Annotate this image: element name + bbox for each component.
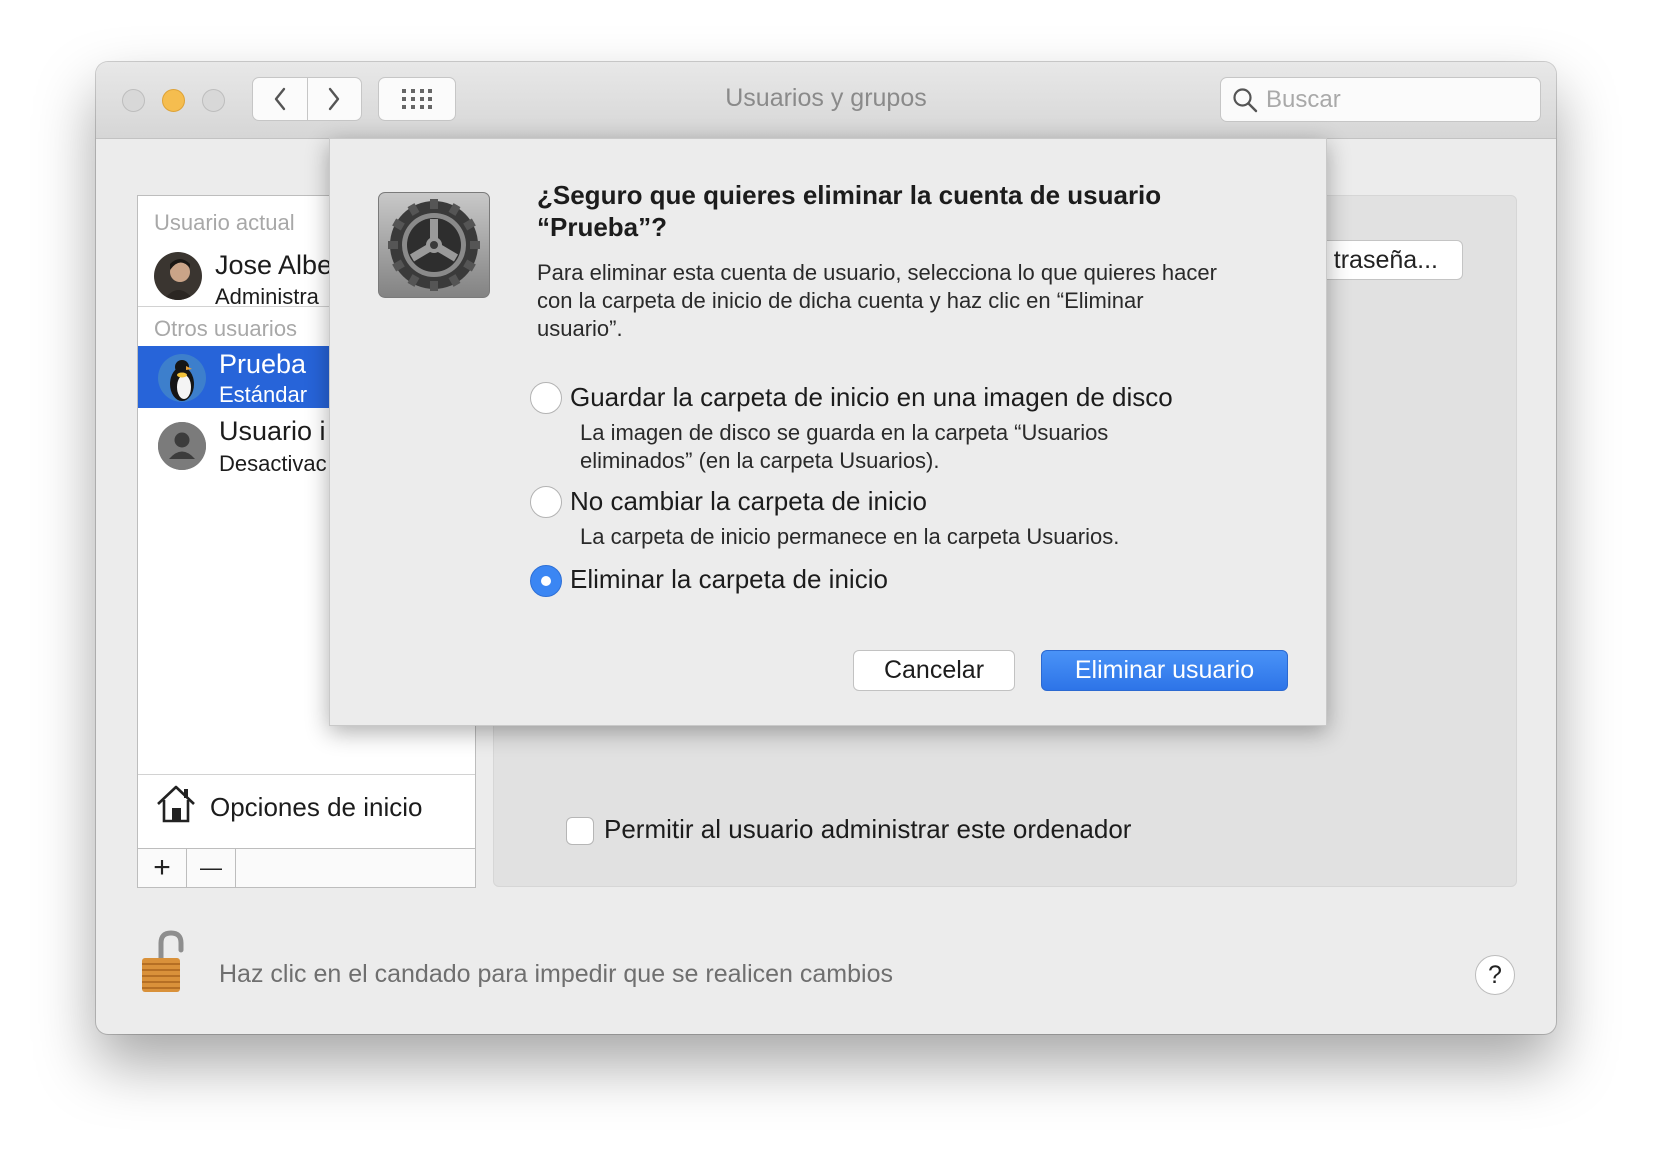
delete-user-dialog: ¿Seguro que quieres eliminar la cuenta d…: [329, 138, 1327, 726]
house-icon: [157, 785, 195, 823]
login-options-item[interactable]: Opciones de inicio: [138, 774, 475, 843]
help-button[interactable]: ?: [1475, 955, 1515, 995]
delete-user-button[interactable]: Eliminar usuario: [1041, 650, 1288, 691]
radio-keep-home-folder[interactable]: [530, 486, 562, 518]
add-user-button[interactable]: +: [138, 849, 187, 887]
avatar: [158, 422, 206, 470]
dialog-message-line: usuario”.: [537, 316, 623, 341]
search-placeholder: Buscar: [1266, 86, 1341, 113]
user-name: Jose Albe: [215, 250, 333, 280]
admin-checkbox[interactable]: [566, 817, 594, 845]
dialog-title-line: ¿Seguro que quieres eliminar la cuenta d…: [537, 180, 1162, 210]
list-toolbar: + —: [137, 848, 476, 888]
titlebar: Usuarios y grupos Buscar: [96, 62, 1556, 139]
option-label: Guardar la carpeta de inicio en una imag…: [570, 382, 1173, 412]
dialog-title-line: “Prueba”?: [537, 212, 668, 242]
user-name: Prueba: [219, 349, 307, 379]
dialog-message: Para eliminar esta cuenta de usuario, se…: [537, 259, 1257, 343]
cancel-button[interactable]: Cancelar: [853, 650, 1015, 691]
remove-user-button[interactable]: —: [187, 849, 236, 887]
dialog-message-line: Para eliminar esta cuenta de usuario, se…: [537, 260, 1217, 285]
current-user-header: Usuario actual: [154, 210, 295, 235]
avatar: [154, 252, 202, 300]
option-description-line: La carpeta de inicio permanece en la car…: [580, 524, 1120, 549]
user-role: Desactivac: [219, 451, 327, 476]
option-label: Eliminar la carpeta de inicio: [570, 564, 888, 594]
admin-checkbox-label: Permitir al usuario administrar este ord…: [604, 814, 1132, 844]
radio-delete-home-folder[interactable]: [530, 565, 562, 597]
user-role: Estándar: [219, 382, 308, 407]
search-icon: [1233, 88, 1258, 113]
option-description-line: eliminados” (en la carpeta Usuarios).: [580, 448, 940, 473]
change-password-label: traseña...: [1333, 246, 1438, 274]
option-description-line: La imagen de disco se guarda en la carpe…: [580, 420, 1109, 445]
gear-icon: [378, 192, 490, 298]
change-password-button[interactable]: traseña...: [1303, 240, 1463, 280]
option-description: La imagen de disco se guarda en la carpe…: [580, 419, 1108, 475]
avatar: [158, 354, 206, 402]
dialog-message-line: con la carpeta de inicio de dicha cuenta…: [537, 288, 1144, 313]
preferences-window: Usuarios y grupos Buscar Usuario actual …: [96, 62, 1556, 1034]
option-description: La carpeta de inicio permanece en la car…: [580, 523, 1119, 551]
option-label: No cambiar la carpeta de inicio: [570, 486, 927, 516]
search-field[interactable]: Buscar: [1220, 77, 1541, 122]
other-users-header: Otros usuarios: [154, 316, 298, 341]
user-name: Usuario i: [219, 416, 326, 446]
radio-save-disk-image[interactable]: [530, 382, 562, 414]
lock-message: Haz clic en el candado para impedir que …: [219, 960, 893, 988]
dialog-title: ¿Seguro que quieres eliminar la cuenta d…: [537, 179, 1237, 243]
login-options-label: Opciones de inicio: [210, 792, 423, 822]
lock-icon[interactable]: [140, 930, 194, 994]
